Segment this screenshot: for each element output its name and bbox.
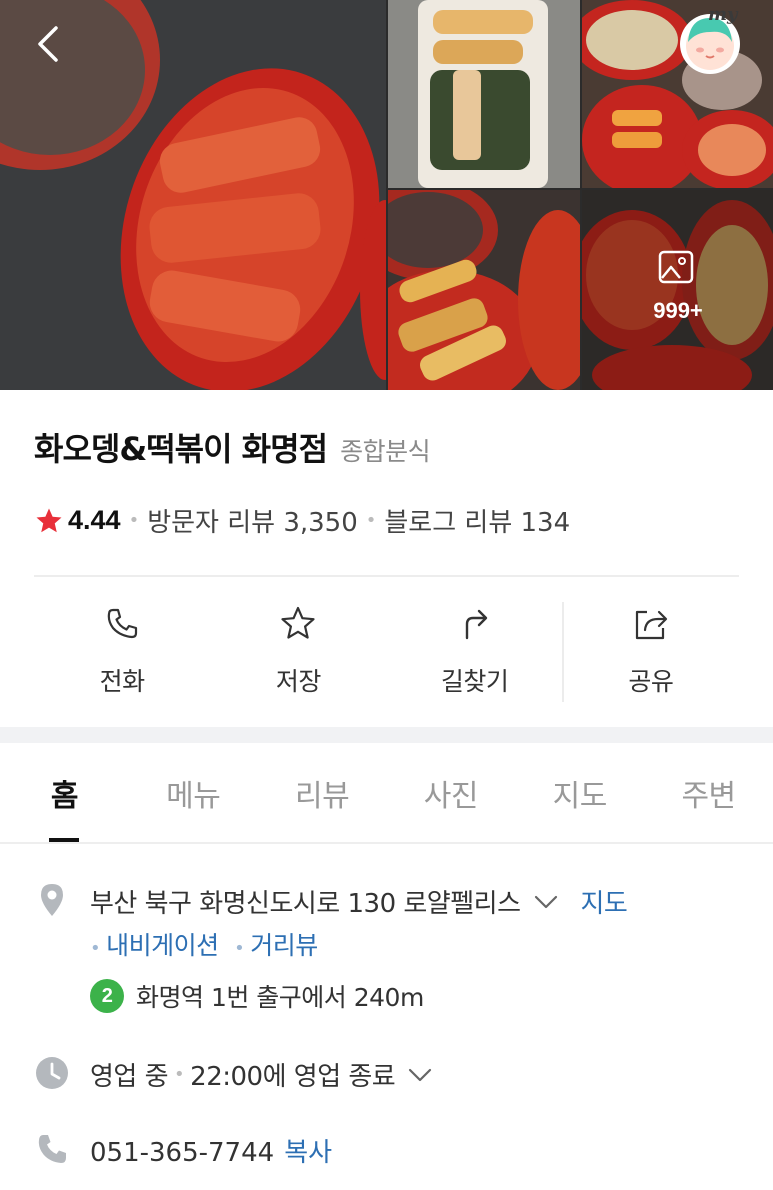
save-button[interactable]: 저장 [210, 600, 386, 710]
more-photos-overlay[interactable] [582, 190, 773, 390]
phone-number[interactable]: 051-365-7744 [90, 1138, 274, 1168]
separator-dot: • [128, 510, 140, 531]
place-title-row: 화오뎅&떡볶이 화명점 종합분식 [34, 424, 431, 470]
separator-dot: • [234, 938, 245, 959]
phone-icon [107, 608, 138, 639]
phone-row: 051-365-7744 복사 [90, 1132, 332, 1169]
clock-icon [36, 1057, 68, 1089]
call-label: 전화 [99, 667, 146, 696]
subway-line-badge: 2 [90, 979, 124, 1013]
share-label: 공유 [628, 667, 674, 696]
street-view-link[interactable]: 거리뷰 [250, 931, 318, 960]
share-button[interactable]: 공유 [563, 600, 739, 710]
tab-reviews[interactable]: 리뷰 [258, 743, 387, 842]
chevron-left-icon [38, 26, 58, 62]
my-profile-button[interactable]: my [678, 4, 742, 80]
rating-row: 4.44 • 방문자 리뷰 3,350 • 블로그 리뷰 134 [34, 502, 570, 539]
tab-menu[interactable]: 메뉴 [129, 743, 258, 842]
tab-map[interactable]: 지도 [515, 743, 644, 842]
tab-bar: 홈 메뉴 리뷰 사진 지도 주변 [0, 743, 773, 844]
separator-dot: • [174, 1064, 185, 1085]
back-button[interactable] [28, 22, 72, 66]
hours-row[interactable]: 영업 중 • 22:00에 영업 종료 [90, 1056, 433, 1093]
separator-dot: • [365, 510, 377, 531]
tab-menu-label: 메뉴 [166, 779, 221, 814]
closing-time: 22:00에 영업 종료 [190, 1062, 396, 1092]
active-tab-indicator [49, 838, 80, 842]
star-icon [36, 508, 62, 532]
directions-icon [465, 609, 487, 640]
copy-phone-button[interactable]: 복사 [284, 1138, 332, 1168]
image-icon [658, 250, 694, 284]
tab-photos[interactable]: 사진 [386, 743, 515, 842]
rating-value: 4.44 [68, 505, 121, 535]
tab-nearby-label: 주변 [681, 779, 736, 814]
photo-gallery[interactable] [0, 0, 773, 390]
phone-icon [38, 1135, 66, 1163]
share-icon [635, 610, 667, 640]
chevron-down-icon[interactable] [407, 1066, 433, 1084]
tab-map-label: 지도 [552, 779, 608, 814]
my-label: my [708, 4, 738, 25]
business-status: 영업 중 [90, 1062, 169, 1092]
save-label: 저장 [275, 667, 322, 696]
action-bar: 전화 저장 길찾기 공유 [34, 600, 739, 710]
navigation-link[interactable]: 내비게이션 [106, 931, 219, 960]
tab-home[interactable]: 홈 [0, 743, 129, 842]
star-outline-icon [281, 606, 315, 639]
call-button[interactable]: 전화 [34, 600, 210, 710]
directions-button[interactable]: 길찾기 [387, 600, 563, 710]
gallery-photo[interactable] [388, 0, 580, 188]
address-sub-links: • 내비게이션 • 거리뷰 [90, 926, 318, 962]
action-divider [562, 602, 564, 702]
location-pin-icon [41, 884, 63, 916]
place-category: 종합분식 [340, 437, 431, 466]
section-band [0, 727, 773, 743]
divider [34, 575, 739, 577]
subway-row: 2 화명역 1번 출구에서 240m [90, 978, 424, 1014]
tab-reviews-label: 리뷰 [294, 779, 350, 814]
address-row[interactable]: 부산 북구 화명신도시로 130 로얄펠리스 지도 [90, 883, 628, 920]
gallery-photo[interactable] [388, 190, 580, 390]
tab-home-label: 홈 [50, 779, 79, 814]
chevron-down-icon[interactable] [533, 893, 559, 911]
map-link[interactable]: 지도 [581, 883, 628, 920]
place-name: 화오뎅&떡볶이 화명점 [34, 430, 328, 468]
blog-reviews-link[interactable]: 블로그 리뷰 134 [384, 502, 570, 539]
visitor-reviews-link[interactable]: 방문자 리뷰 3,350 [147, 502, 358, 539]
tab-nearby[interactable]: 주변 [644, 743, 773, 842]
directions-label: 길찾기 [440, 667, 509, 696]
tab-photos-label: 사진 [423, 779, 479, 814]
address-text: 부산 북구 화명신도시로 130 로얄펠리스 [90, 889, 521, 919]
subway-distance-text: 화명역 1번 출구에서 240m [136, 983, 424, 1012]
more-photos-count: 999+ [653, 298, 703, 323]
separator-dot: • [90, 938, 101, 959]
